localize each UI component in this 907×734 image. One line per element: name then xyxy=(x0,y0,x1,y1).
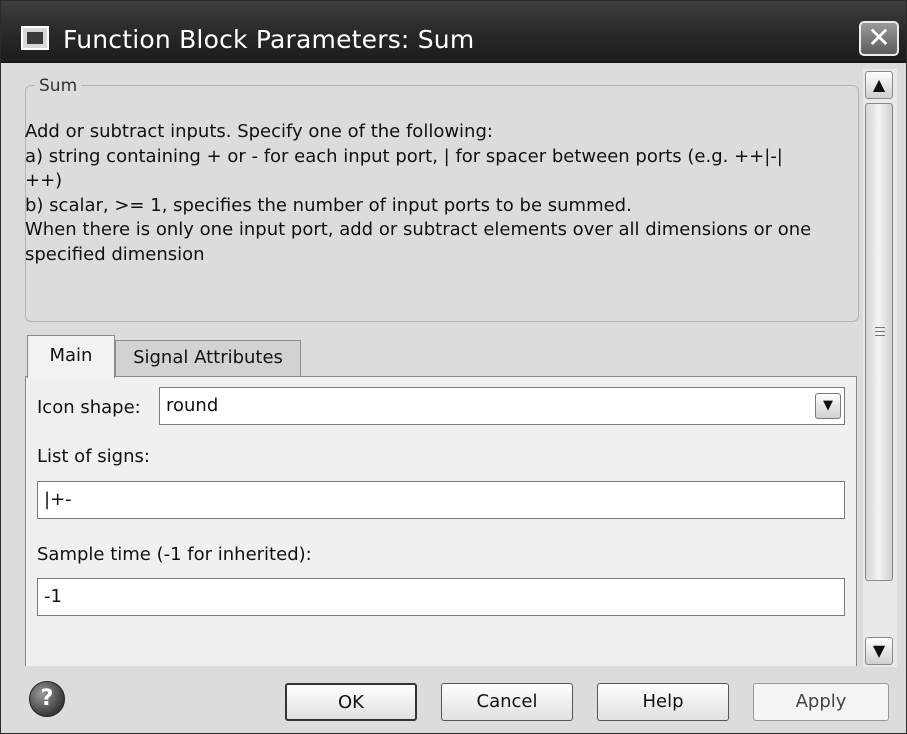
grip-line xyxy=(875,331,885,332)
ok-button[interactable]: OK xyxy=(285,683,417,721)
list-of-signs-label: List of signs: xyxy=(37,446,150,467)
help-button[interactable]: Help xyxy=(597,683,729,721)
description-line: When there is only one input port, add o… xyxy=(25,219,812,241)
description-line: b) scalar, >= 1, specifies the number of… xyxy=(25,194,632,216)
icon-shape-label: Icon shape: xyxy=(37,397,141,418)
grip-line xyxy=(875,335,885,336)
window-title: Function Block Parameters: Sum xyxy=(63,25,475,54)
block-description: Add or subtract inputs. Specify one of t… xyxy=(25,120,835,268)
grip-line xyxy=(875,327,885,328)
icon-shape-dropdown[interactable]: round ▼ xyxy=(159,387,845,425)
tab-signal-attributes[interactable]: Signal Attributes xyxy=(115,340,301,376)
list-of-signs-input[interactable]: |+- xyxy=(37,481,845,519)
group-label: Sum xyxy=(35,76,82,96)
scroll-up-icon[interactable]: ▲ xyxy=(865,71,893,99)
apply-button[interactable]: Apply xyxy=(753,683,889,721)
vertical-scrollbar[interactable]: ▲ ▼ xyxy=(863,69,897,667)
close-button[interactable]: ✕ xyxy=(859,21,899,56)
description-line: specified dimension xyxy=(25,243,205,265)
description-line: a) string containing + or - for each inp… xyxy=(25,145,783,167)
description-line: Add or subtract inputs. Specify one of t… xyxy=(25,121,493,142)
simulink-block-icon xyxy=(21,26,49,50)
cancel-button[interactable]: Cancel xyxy=(441,683,573,721)
tab-main[interactable]: Main xyxy=(27,335,115,378)
title-bar[interactable]: Function Block Parameters: Sum ✕ xyxy=(1,1,906,63)
scrollbar-thumb[interactable] xyxy=(865,103,893,581)
help-question-icon[interactable]: ? xyxy=(29,681,65,717)
sample-time-label: Sample time (-1 for inherited): xyxy=(37,544,312,565)
sample-time-input[interactable]: -1 xyxy=(37,578,845,616)
icon-shape-value: round xyxy=(166,395,219,416)
scroll-down-icon[interactable]: ▼ xyxy=(865,637,893,665)
chevron-down-icon[interactable]: ▼ xyxy=(815,393,841,419)
dialog-window: Function Block Parameters: Sum ✕ Sum Add… xyxy=(0,0,907,734)
description-line: ++) xyxy=(25,170,63,192)
